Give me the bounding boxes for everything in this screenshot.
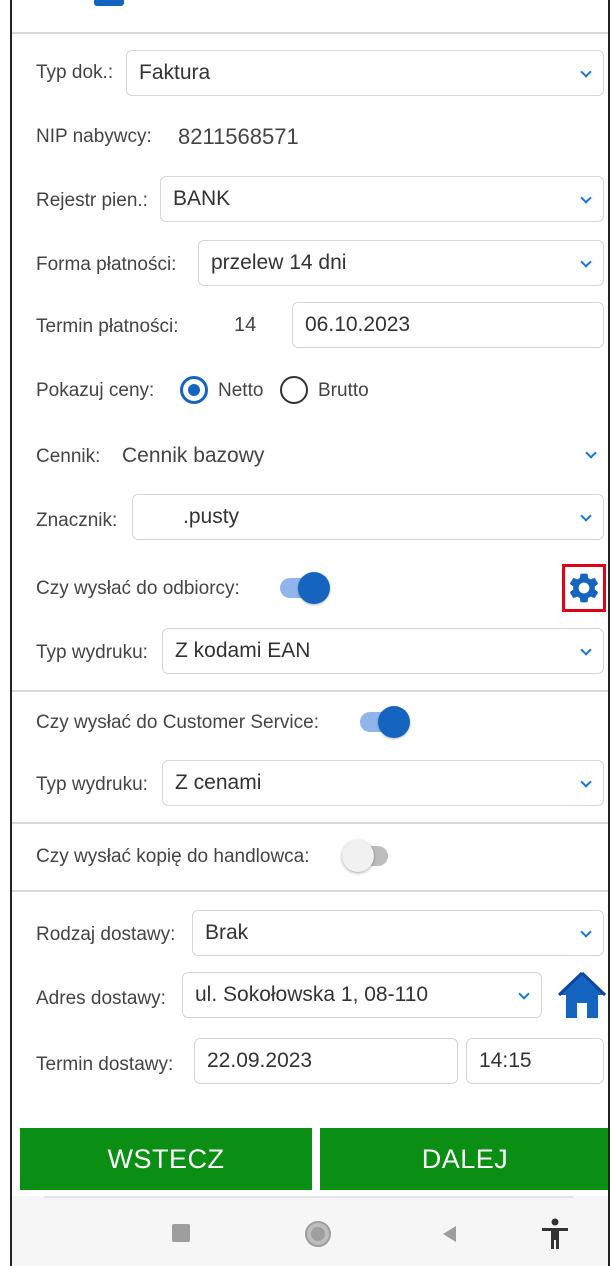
- termin-date-input[interactable]: 06.10.2023: [292, 302, 604, 348]
- chevron-down-icon: [517, 988, 531, 1002]
- nip-label: NIP nabywcy:: [36, 126, 152, 147]
- circle-icon[interactable]: [304, 1220, 332, 1248]
- typ-dok-label: Typ dok.:: [36, 62, 114, 83]
- forma-label: Forma płatności:: [36, 254, 177, 275]
- typ-dok-value: Faktura: [139, 61, 211, 84]
- app-frame: Typ dok.: Faktura NIP nabywcy: 821156857…: [10, 0, 610, 1266]
- forma-value: przelew 14 dni: [211, 251, 347, 274]
- handlowiec-toggle[interactable]: [342, 838, 394, 872]
- znacznik-value: .pusty: [183, 505, 240, 528]
- termin-dostawy-time-input[interactable]: 14:15: [466, 1038, 604, 1084]
- rejestr-select[interactable]: BANK: [160, 176, 604, 222]
- adres-dostawy-label: Adres dostawy:: [36, 988, 166, 1009]
- chevron-down-icon[interactable]: [584, 447, 598, 461]
- forma-select[interactable]: przelew 14 dni: [198, 240, 604, 286]
- typ-wydruku-2-select[interactable]: Z cenami: [162, 760, 604, 806]
- termin-dostawy-time-value: 14:15: [479, 1049, 532, 1072]
- brutto-radio[interactable]: [280, 376, 308, 404]
- rejestr-label: Rejestr pien.:: [36, 190, 148, 211]
- divider: [12, 890, 608, 892]
- back-triangle-icon[interactable]: [440, 1224, 458, 1244]
- typ-dok-select[interactable]: Faktura: [126, 50, 604, 96]
- back-button[interactable]: WSTECZ: [20, 1128, 312, 1190]
- toggle-knob: [378, 706, 410, 738]
- customer-service-label: Czy wysłać do Customer Service:: [36, 712, 319, 733]
- customer-service-toggle[interactable]: [358, 704, 410, 738]
- divider: [12, 32, 608, 34]
- rodzaj-dostawy-select[interactable]: Brak: [192, 910, 604, 956]
- chevron-down-icon: [579, 644, 593, 658]
- termin-days: 14: [234, 314, 257, 336]
- toggle-knob: [298, 572, 330, 604]
- top-tab-indicator: [94, 0, 124, 6]
- system-nav-bar: [12, 1196, 608, 1266]
- toggle-knob: [342, 840, 374, 872]
- next-button[interactable]: DALEJ: [320, 1128, 608, 1190]
- termin-date-value: 06.10.2023: [305, 313, 411, 336]
- typ-wydruku-2-value: Z cenami: [175, 771, 262, 794]
- accessibility-icon[interactable]: [540, 1218, 570, 1250]
- nip-value: 8211568571: [178, 124, 299, 149]
- gear-button[interactable]: [562, 564, 606, 612]
- rodzaj-dostawy-label: Rodzaj dostawy:: [36, 924, 176, 945]
- rejestr-value: BANK: [173, 187, 231, 210]
- typ-wydruku-2-label: Typ wydruku:: [36, 774, 148, 795]
- odbiorca-label: Czy wysłać do odbiorcy:: [36, 578, 240, 599]
- divider: [44, 1196, 574, 1198]
- typ-wydruku-1-select[interactable]: Z kodami EAN: [162, 628, 604, 674]
- chevron-down-icon: [579, 776, 593, 790]
- ceny-label: Pokazuj ceny:: [36, 380, 155, 401]
- chevron-down-icon: [579, 192, 593, 206]
- adres-dostawy-select[interactable]: ul. Sokołowska 1, 08-110: [182, 972, 542, 1018]
- gear-icon: [569, 573, 599, 603]
- typ-wydruku-1-label: Typ wydruku:: [36, 642, 148, 663]
- square-icon[interactable]: [172, 1224, 190, 1242]
- netto-radio[interactable]: [180, 376, 208, 404]
- termin-label: Termin płatności:: [36, 316, 179, 337]
- typ-wydruku-1-value: Z kodami EAN: [175, 639, 311, 662]
- znacznik-label: Znacznik:: [36, 510, 118, 531]
- adres-dostawy-value: ul. Sokołowska 1, 08-110: [195, 983, 429, 1006]
- handlowiec-label: Czy wysłać kopię do handlowca:: [36, 846, 310, 867]
- chevron-down-icon: [579, 256, 593, 270]
- divider: [12, 822, 608, 824]
- rodzaj-dostawy-value: Brak: [205, 921, 249, 944]
- cennik-value[interactable]: Cennik bazowy: [122, 444, 264, 468]
- termin-dostawy-date-input[interactable]: 22.09.2023: [194, 1038, 458, 1084]
- divider: [12, 690, 608, 692]
- home-icon[interactable]: [556, 970, 608, 1020]
- cennik-label: Cennik:: [36, 446, 101, 467]
- netto-label: Netto: [218, 380, 264, 401]
- odbiorca-toggle[interactable]: [278, 570, 330, 604]
- chevron-down-icon: [579, 926, 593, 940]
- termin-dostawy-label: Termin dostawy:: [36, 1054, 174, 1075]
- termin-dostawy-date-value: 22.09.2023: [207, 1049, 313, 1072]
- brutto-label: Brutto: [318, 380, 369, 401]
- znacznik-select[interactable]: .pusty: [132, 494, 604, 540]
- chevron-down-icon: [579, 66, 593, 80]
- chevron-down-icon: [579, 510, 593, 524]
